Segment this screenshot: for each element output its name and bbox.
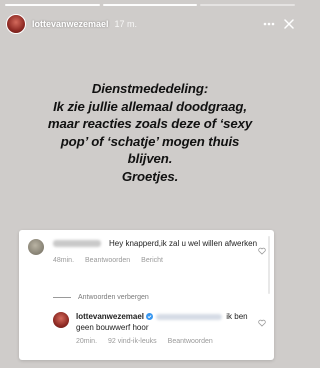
story-progress [5,4,296,6]
reply-button[interactable]: Beantwoorden [168,338,213,345]
progress-segment [102,4,198,6]
comment-text-row: Hey knapperd,ik zal u wel willen afwerke… [53,239,266,249]
comment-item: Hey knapperd,ik zal u wel willen afwerke… [28,239,266,264]
reply-likes[interactable]: 92 vind-ik-leuks [108,338,157,345]
reply-avatar[interactable] [53,312,69,328]
blurred-username [53,240,101,248]
progress-segment [5,4,100,6]
verified-badge-icon [146,313,154,323]
heart-icon[interactable] [258,242,266,260]
progress-segment [200,4,296,6]
story-time: 17 m. [114,19,138,29]
comment-time: 48min. [53,257,75,264]
reply-text-row: lottevanwezemael ik ben geen bouwwerf ho… [76,312,266,333]
announcement-line: maar reacties zoals deze of ‘sexy [47,116,253,131]
announcement-line: blijven. [127,151,173,166]
scrollbar[interactable] [268,236,270,294]
message-button[interactable]: Bericht [141,257,163,264]
blurred-mention [156,313,223,320]
reply-item: lottevanwezemael ik ben geen bouwwerf ho… [53,312,266,345]
announcement-text: Dienstmededeling: Ik zie jullie allemaal… [10,80,290,185]
close-icon[interactable] [284,19,294,29]
announcement-line: Groetjes. [121,168,179,184]
reply-username[interactable]: lottevanwezemael [76,312,144,321]
avatar[interactable] [6,14,26,34]
announcement-line: Dienstmededeling: [91,81,209,96]
hide-replies-label: Antwoorden verbergen [78,294,149,301]
announcement-line: Ik zie jullie allemaal doodgraag, [53,98,247,114]
heart-icon[interactable] [258,314,266,332]
comment-screenshot-card: Hey knapperd,ik zal u wel willen afwerke… [19,230,274,360]
announcement-line: pop’ of ‘schatje’ mogen thuis [60,133,240,149]
more-icon[interactable] [263,22,275,26]
story-header: lottevanwezemael 17 m. [6,12,294,36]
comment-text: Hey knapperd,ik zal u wel willen afwerke… [109,239,258,248]
commenter-avatar[interactable] [28,239,44,255]
hide-replies-toggle[interactable]: Antwoorden verbergen [53,294,149,301]
reply-button[interactable]: Beantwoorden [85,257,130,264]
reply-time: 20min. [76,338,98,345]
story-username[interactable]: lottevanwezemael [32,19,109,29]
